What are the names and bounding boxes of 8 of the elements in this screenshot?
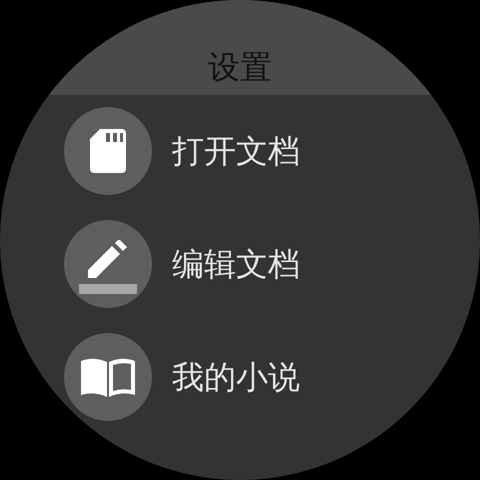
- open-book-icon: [81, 357, 135, 397]
- sd-card-icon: [90, 129, 126, 173]
- menu-item-label[interactable]: 打开文档: [172, 131, 300, 171]
- menu-item-label[interactable]: 编辑文档: [172, 244, 300, 284]
- menu-item-label[interactable]: 我的小说: [172, 357, 300, 397]
- pencil-icon: [88, 240, 128, 280]
- underline-bar: [79, 284, 137, 294]
- screen-title: 设置: [208, 47, 272, 87]
